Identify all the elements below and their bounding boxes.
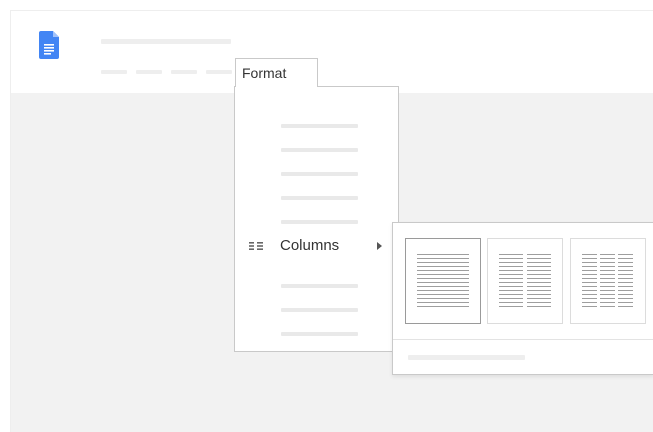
columns-icon <box>249 242 263 250</box>
three-columns-preset[interactable] <box>570 238 646 324</box>
columns-submenu <box>392 222 653 375</box>
menu-item-columns-label: Columns <box>280 237 340 254</box>
menu-item-placeholder[interactable] <box>281 172 358 176</box>
more-options-placeholder[interactable] <box>408 355 525 360</box>
menu-item-placeholder[interactable] <box>281 196 358 200</box>
menu-item-placeholder[interactable] <box>281 308 358 312</box>
menu-item-placeholder[interactable] <box>281 124 358 128</box>
submenu-divider <box>393 339 653 340</box>
menubar-item-placeholder[interactable] <box>136 70 162 74</box>
format-menu-button[interactable]: Format <box>235 58 318 87</box>
menu-item-placeholder[interactable] <box>281 148 358 152</box>
document-title-placeholder[interactable] <box>101 39 231 44</box>
submenu-arrow-icon <box>377 242 382 250</box>
app-header <box>11 11 653 93</box>
menubar-item-placeholder[interactable] <box>206 70 232 74</box>
one-column-icon <box>417 254 469 307</box>
one-column-preset[interactable] <box>405 238 481 324</box>
menu-item-placeholder[interactable] <box>281 332 358 336</box>
menubar-item-placeholder[interactable] <box>101 70 127 74</box>
menu-item-placeholder[interactable] <box>281 220 358 224</box>
two-columns-preset[interactable] <box>487 238 563 324</box>
menu-item-columns[interactable]: Columns <box>235 233 398 261</box>
three-columns-icon <box>582 254 633 307</box>
google-docs-icon[interactable] <box>39 31 59 59</box>
format-menu-label: Format <box>242 65 287 81</box>
format-dropdown-menu: Columns <box>234 86 399 352</box>
app-window: Format Columns <box>10 10 653 432</box>
menu-item-placeholder[interactable] <box>281 284 358 288</box>
menubar-item-placeholder[interactable] <box>171 70 197 74</box>
two-columns-icon <box>499 254 551 307</box>
